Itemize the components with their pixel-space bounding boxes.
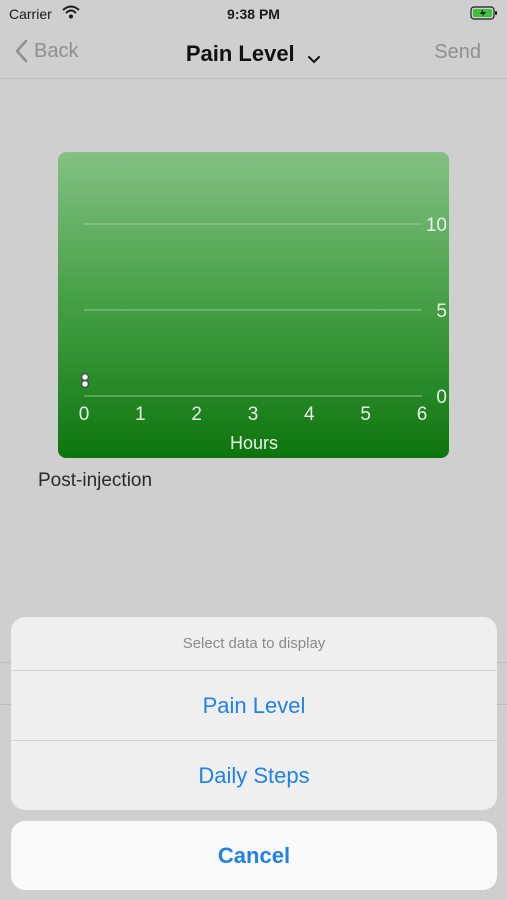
option-pain-level[interactable]: Pain Level [11,671,497,741]
page-title: Pain Level [185,41,295,66]
x-tick-label: 4 [304,404,315,425]
x-tick-label: 1 [135,404,146,425]
x-axis-label: Hours [230,433,278,453]
action-sheet-title: Select data to display [11,617,497,671]
action-sheet: Select data to display Pain Level Daily … [11,617,497,810]
pain-level-chart: 0 5 10 0 1 2 3 4 5 6 Hours [58,152,449,458]
y-tick-label: 5 [436,301,447,322]
send-button[interactable]: Send [434,41,481,64]
data-point [81,373,90,382]
chart-plot: 0 5 10 0 1 2 3 4 5 6 Hours [79,215,447,453]
chevron-down-icon [308,56,321,64]
status-bar: Carrier 9:38 PM [0,0,507,30]
x-tick-label: 6 [417,404,428,425]
x-tick-label: 5 [360,404,371,425]
cancel-button[interactable]: Cancel [11,821,497,890]
option-daily-steps[interactable]: Daily Steps [11,741,497,810]
chart-caption: Post-injection [38,470,153,491]
x-tick-label: 2 [191,404,202,425]
x-tick-label: 0 [79,404,90,425]
battery-icon [470,6,498,25]
x-tick-label: 3 [248,404,259,425]
navigation-bar: Back Pain Level Send [0,30,507,79]
y-tick-label: 10 [426,215,447,236]
y-tick-label: 0 [436,387,447,408]
data-point [81,379,90,388]
status-time: 9:38 PM [227,6,280,22]
title-dropdown[interactable]: Pain Level [0,41,507,67]
